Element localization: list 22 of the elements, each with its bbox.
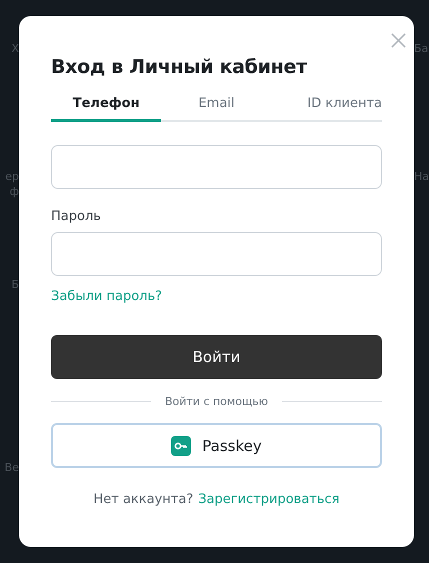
close-icon[interactable] (391, 33, 406, 48)
passkey-button[interactable]: Passkey (51, 423, 382, 468)
phone-field[interactable] (51, 145, 382, 189)
background-text: Х (11, 42, 19, 55)
forgot-password-link[interactable]: Забыли пароль? (51, 289, 382, 304)
background-text: Б (11, 278, 19, 291)
login-button[interactable]: Войти (51, 335, 382, 379)
background-text: Ве (4, 461, 19, 474)
field-label: Пароль (51, 209, 102, 224)
background-text: ер (5, 170, 19, 183)
tab[interactable]: Email (161, 96, 272, 122)
divider-text: Войти с помощью (164, 395, 268, 408)
dialog-title: Вход в Личный кабинет (51, 56, 307, 78)
background-text: Ба (414, 42, 428, 55)
tab[interactable]: Телефон (51, 96, 162, 122)
password-field[interactable] (51, 232, 382, 276)
register-link[interactable]: Зарегистрироваться (198, 492, 340, 507)
tab[interactable]: ID клиента (272, 96, 382, 122)
key-icon (171, 436, 192, 456)
footer-text: Нет аккаунта? (93, 492, 194, 507)
background-text: ф (10, 185, 19, 198)
background-text: На (414, 170, 429, 183)
